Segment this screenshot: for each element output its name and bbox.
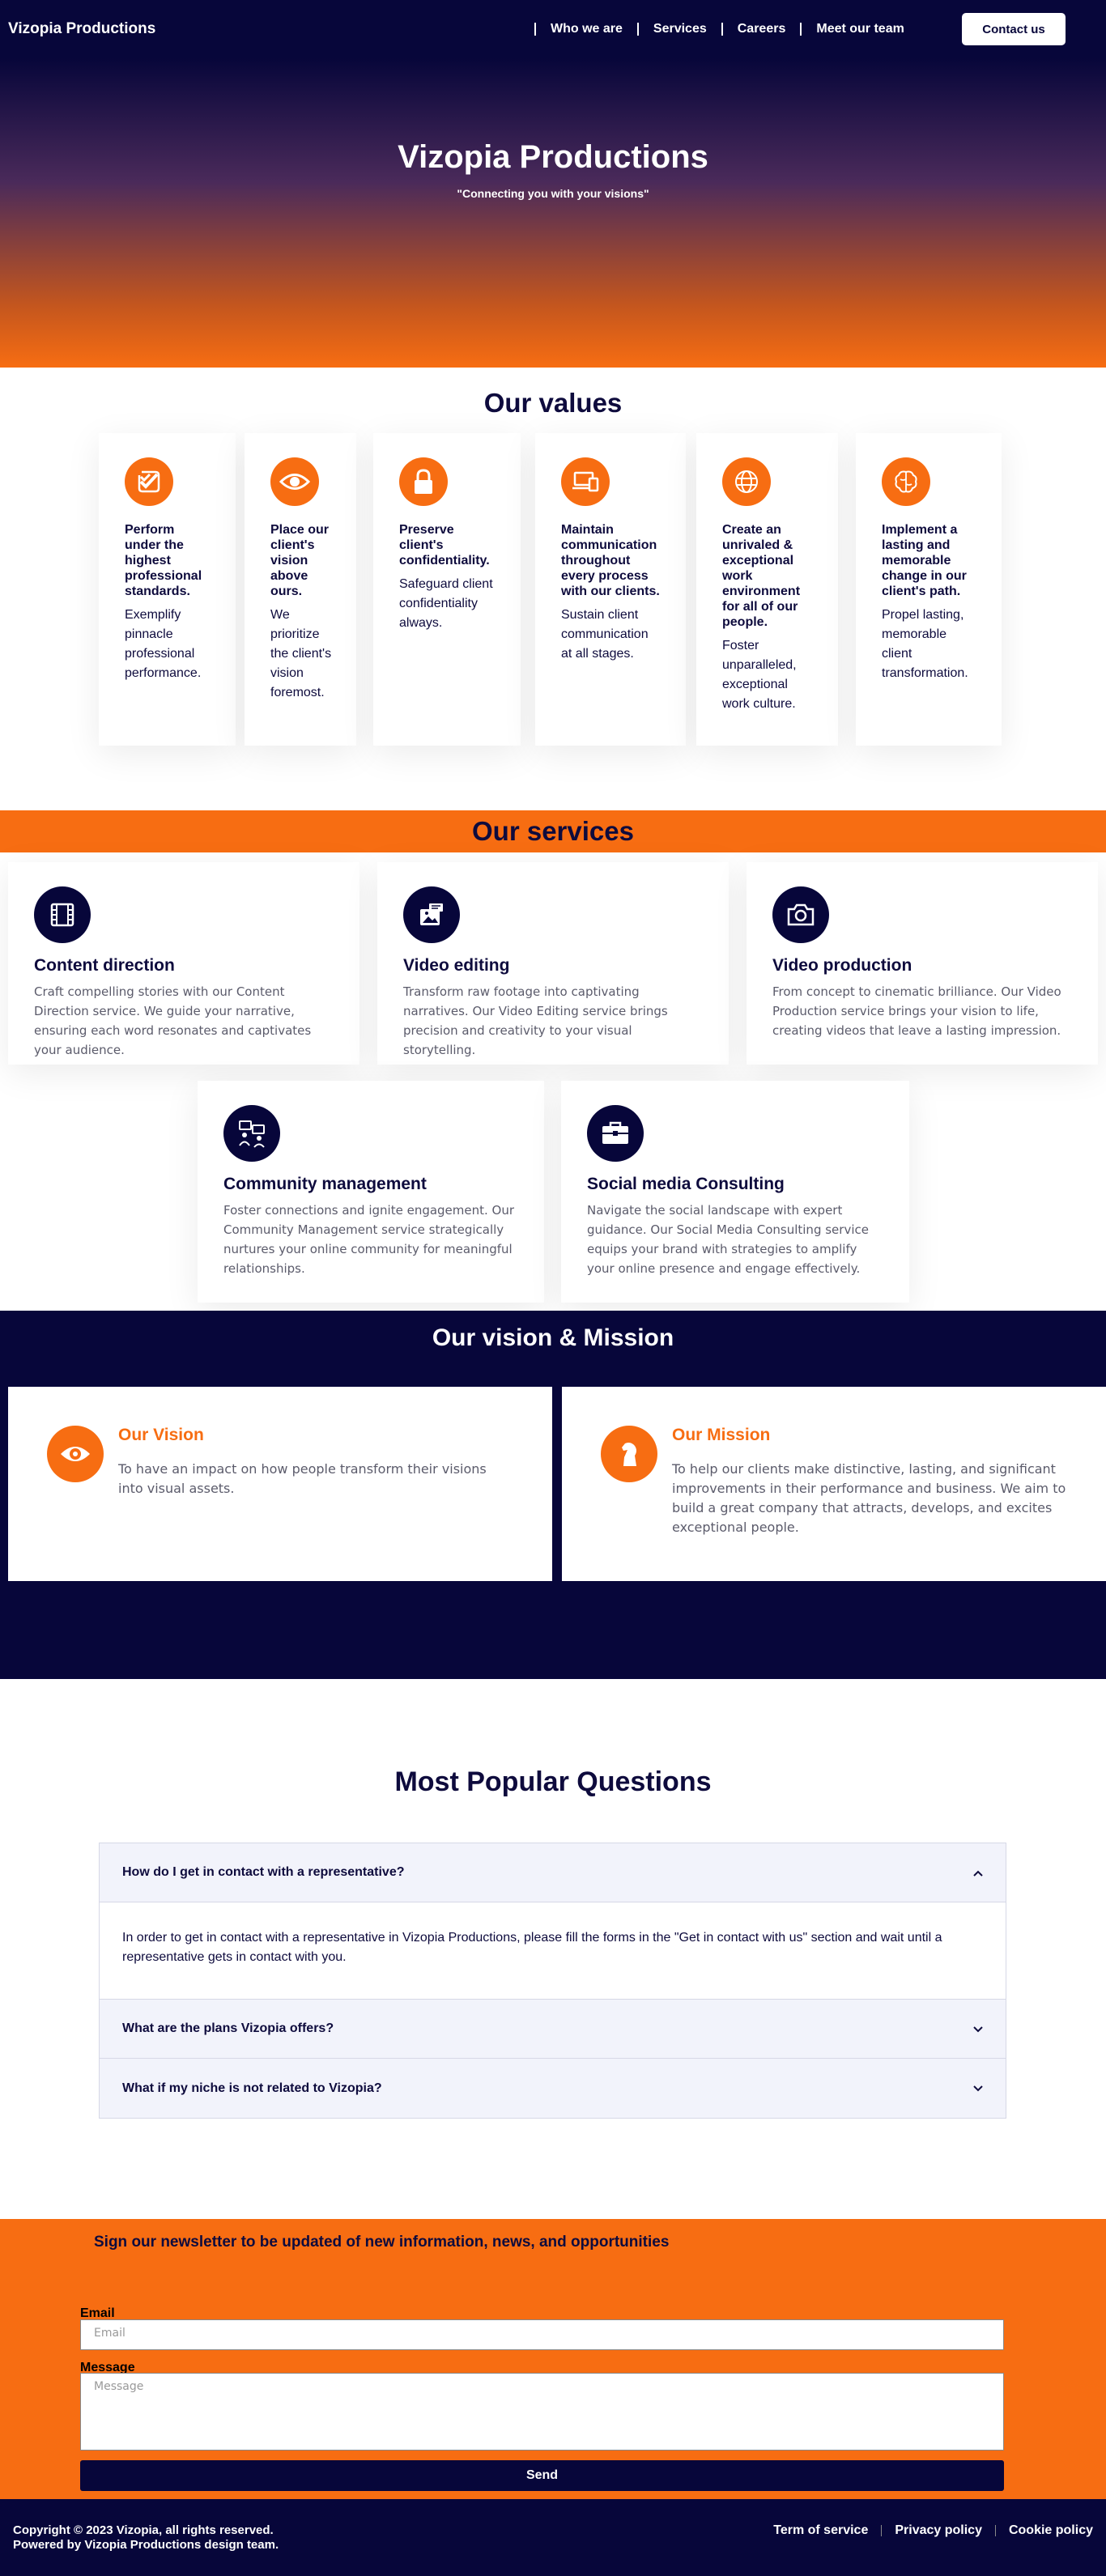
faq-question-3[interactable]: What if my niche is not related to Vizop… [100,2059,1006,2118]
faq-question-1[interactable]: How do I get in contact with a represent… [100,1843,1006,1902]
nav-link-careers[interactable]: Careers [721,23,801,36]
value-card: Implement a lasting and memorable change… [856,433,1002,746]
powered-by-text: Powered by Vizopia Productions design te… [13,2538,279,2552]
service-heading: Social media Consulting [587,1175,785,1193]
vision-text: To have an impact on how people transfor… [118,1461,487,1496]
message-field[interactable]: Message [80,2373,1004,2451]
value-card: Create an unrivaled & exceptional work e… [696,433,838,746]
hero-section: Vizopia Productions "Connecting you with… [0,58,1106,368]
value-heading: Place our client's vision above ours. [270,523,330,598]
nav-link-who-we-are[interactable]: Who we are [534,23,637,36]
photo-edit-icon [403,886,460,943]
service-card: Community management Foster connections … [198,1081,544,1303]
divider [881,2525,883,2536]
cookie-policy-link[interactable]: Cookie policy [1009,2523,1093,2538]
faq-question-text: How do I get in contact with a represent… [122,1865,405,1879]
service-heading: Content direction [34,956,175,975]
divider [994,2525,996,2536]
service-text: Transform raw footage into captivating n… [403,984,668,1057]
value-text: Propel lasting, memorable client transfo… [882,608,968,680]
eye-icon [47,1426,104,1482]
vision-card: Our Vision To have an impact on how peop… [8,1387,552,1581]
service-heading: Video editing [403,956,510,975]
service-card: Video production From concept to cinemat… [747,862,1098,1065]
camera-icon [772,886,829,943]
mission-card: Our Mission To help our clients make dis… [562,1387,1106,1581]
chevron-up-icon[interactable] [973,1866,983,1879]
service-text: Craft compelling stories with our Conten… [34,984,312,1057]
footer: Copyright © 2023 Vizopia, all rights res… [0,2499,1106,2576]
brand-logo-text[interactable]: Vizopia Productions [8,20,155,38]
community-icon [223,1105,280,1162]
chess-knight-icon [601,1426,657,1482]
eye-icon [270,457,319,506]
service-heading: Community management [223,1175,427,1193]
email-field[interactable]: Email [80,2319,1004,2350]
hero-title: Vizopia Productions [398,139,708,175]
footer-links: Term of service Privacy policy Cookie po… [773,2523,1093,2538]
service-card: Social media Consulting Navigate the soc… [561,1081,909,1303]
double-check-icon [125,457,173,506]
value-card: Place our client's vision above ours. We… [245,433,356,746]
contact-us-button[interactable]: Contact us [962,13,1066,45]
value-card: Preserve client's confidentiality. Safeg… [373,433,521,746]
faq-question-text: What if my niche is not related to Vizop… [122,2081,382,2095]
service-text: Navigate the social landscape with exper… [587,1203,869,1276]
service-text: From concept to cinematic brilliance. Ou… [772,984,1061,1038]
newsletter-section: Sign our newsletter to be updated of new… [0,2219,1106,2499]
chevron-down-icon[interactable] [973,2081,983,2094]
mission-heading: Our Mission [672,1426,771,1444]
mission-text: To help our clients make distinctive, la… [672,1461,1066,1535]
value-text: Exemplify pinnacle professional performa… [125,608,202,680]
value-heading: Preserve client's confidentiality. [399,523,490,567]
briefcase-icon [587,1105,644,1162]
faq-accordion: How do I get in contact with a represent… [99,1843,1006,2119]
send-button[interactable]: Send [80,2460,1004,2491]
service-text: Foster connections and ignite engagement… [223,1203,515,1276]
chevron-down-icon[interactable] [973,2022,983,2035]
value-text: Foster unparalleled, exceptional work cu… [722,639,797,711]
faq-question-text: What are the plans Vizopia offers? [122,2021,334,2035]
newsletter-title: Sign our newsletter to be updated of new… [94,2234,670,2251]
lock-icon [399,457,448,506]
value-heading: Maintain communication throughout every … [561,523,660,598]
main-menu: Who we are Services Careers Meet our tea… [534,0,919,58]
nav-link-services[interactable]: Services [636,23,721,36]
value-heading: Implement a lasting and memorable change… [882,523,967,598]
faq-section: Most Popular Questions How do I get in c… [0,1679,1106,2219]
value-text: Sustain client communication at all stag… [561,608,649,661]
faq-answer-1: In order to get in contact with a repres… [100,1902,1006,2000]
service-card: Content direction Craft compelling stori… [8,862,359,1065]
services-title: Our services [0,810,1106,852]
footer-copyright: Copyright © 2023 Vizopia, all rights res… [13,2523,279,2553]
privacy-policy-link[interactable]: Privacy policy [895,2523,982,2538]
faq-title: Most Popular Questions [394,1766,712,1797]
terms-of-service-link[interactable]: Term of service [773,2523,868,2538]
value-card: Maintain communication throughout every … [535,433,686,746]
faq-question-2[interactable]: What are the plans Vizopia offers? [100,2000,1006,2059]
vision-mission-section: Our vision & Mission Our Vision To have … [0,1311,1106,1679]
value-heading: Create an unrivaled & exceptional work e… [722,523,801,629]
copyright-text: Copyright © 2023 Vizopia, all rights res… [13,2523,274,2537]
service-card: Video editing Transform raw footage into… [377,862,729,1065]
values-title: Our values [483,388,623,418]
services-section: Content direction Craft compelling stori… [0,852,1106,1311]
service-heading: Video production [772,956,912,975]
value-text: We prioritize the client's vision foremo… [270,608,332,699]
nav-link-meet-our-team[interactable]: Meet our team [800,23,918,36]
value-text: Safeguard client confidentiality always. [399,577,493,630]
devices-icon [561,457,610,506]
vision-heading: Our Vision [118,1426,204,1444]
hero-tagline: "Connecting you with your visions" [457,187,649,200]
film-icon [34,886,91,943]
value-card: Perform under the highest professional s… [99,433,236,746]
values-section: Our values Perform under the highest pro… [0,368,1106,810]
vision-mission-title: Our vision & Mission [432,1324,674,1351]
brain-icon [882,457,930,506]
globe-icon [722,457,771,506]
top-navbar: Vizopia Productions Who we are Services … [0,0,1106,58]
value-heading: Perform under the highest professional s… [125,523,202,598]
